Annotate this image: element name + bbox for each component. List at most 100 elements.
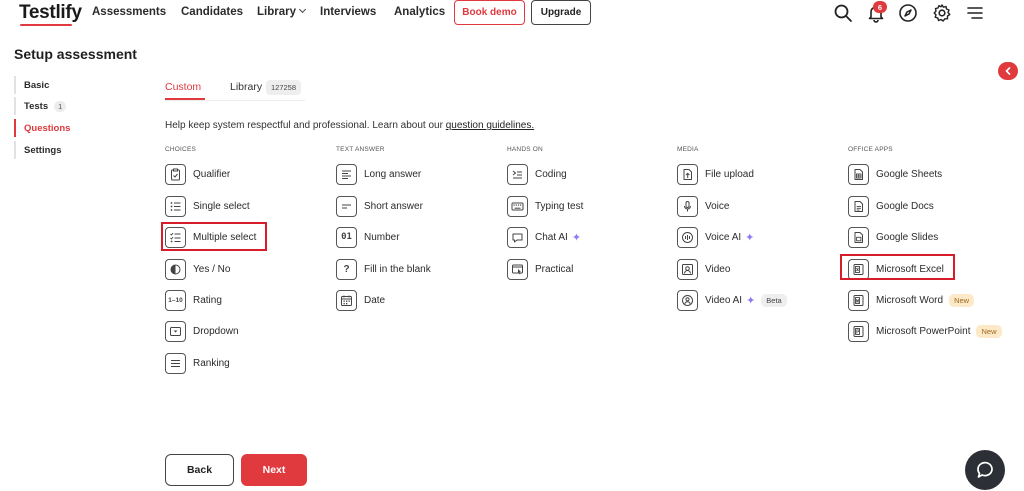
question-type-label: Coding xyxy=(535,168,567,180)
nav-analytics[interactable]: Analytics xyxy=(394,6,445,18)
question-type-label: Video xyxy=(705,263,731,275)
nav-library-label: Library xyxy=(257,6,296,18)
step-basic[interactable]: Basic xyxy=(14,76,114,94)
practical-window-icon xyxy=(507,258,528,280)
gear-icon[interactable] xyxy=(932,3,952,23)
question-type-fill-blank[interactable]: ? Fill in the blank xyxy=(336,258,431,280)
menu-icon[interactable] xyxy=(965,3,985,23)
step-label: Tests xyxy=(24,100,49,112)
question-type-file-upload[interactable]: File upload xyxy=(677,163,754,185)
voice-ai-icon xyxy=(677,226,698,248)
back-button[interactable]: Back xyxy=(165,454,234,486)
question-type-qualifier[interactable]: Qualifier xyxy=(165,163,230,185)
question-type-voice-ai[interactable]: Voice AI ✦ xyxy=(677,226,754,248)
question-mark-icon: ? xyxy=(336,258,357,280)
collapse-panel-button[interactable] xyxy=(998,62,1018,80)
question-type-chat-ai[interactable]: Chat AI ✦ xyxy=(507,226,581,248)
video-ai-person-icon xyxy=(677,289,698,311)
powerpoint-doc-icon xyxy=(848,320,869,342)
step-count-badge: 1 xyxy=(54,100,67,112)
beta-badge: Beta xyxy=(761,293,787,307)
question-type-google-slides[interactable]: Google Slides xyxy=(848,226,938,248)
question-type-rating[interactable]: 1–10 Rating xyxy=(165,289,222,311)
question-type-label: Practical xyxy=(535,263,574,275)
calendar-icon xyxy=(336,289,357,311)
compass-icon[interactable] xyxy=(898,3,918,23)
question-type-label: Typing test xyxy=(535,200,584,212)
question-type-practical[interactable]: Practical xyxy=(507,258,573,280)
ai-sparkle-icon: ✦ xyxy=(746,294,756,307)
ai-sparkle-icon: ✦ xyxy=(571,231,582,244)
chat-bubble-icon xyxy=(507,226,528,248)
nav-interviews[interactable]: Interviews xyxy=(320,6,376,18)
question-type-microsoft-word[interactable]: Microsoft Word New xyxy=(848,289,975,311)
question-type-label: Voice xyxy=(705,200,730,212)
new-badge: New xyxy=(949,293,975,307)
step-questions[interactable]: Questions xyxy=(14,119,114,137)
tab-library[interactable]: Library xyxy=(230,81,262,93)
question-type-label: Microsoft PowerPoint xyxy=(876,325,971,337)
question-type-label: Short answer xyxy=(364,200,423,212)
document-icon xyxy=(848,195,869,217)
list-icon xyxy=(165,195,186,217)
question-type-label: Ranking xyxy=(193,357,230,369)
column-header-choices: CHOICES xyxy=(165,146,197,153)
question-type-voice[interactable]: Voice xyxy=(677,195,729,217)
question-type-label: Video AI xyxy=(705,294,743,306)
question-type-short-answer[interactable]: Short answer xyxy=(336,195,423,217)
ranking-list-icon xyxy=(165,352,186,374)
support-chat-button[interactable] xyxy=(965,450,1005,490)
step-label: Basic xyxy=(24,79,50,91)
question-type-long-answer[interactable]: Long answer xyxy=(336,163,421,185)
question-type-coding[interactable]: Coding xyxy=(507,163,567,185)
book-demo-button[interactable]: Book demo xyxy=(454,0,525,25)
nav-assessments[interactable]: Assessments xyxy=(92,6,166,18)
question-type-number[interactable]: 01 Number xyxy=(336,226,400,248)
question-guidelines-link[interactable]: question guidelines. xyxy=(446,120,534,131)
short-text-icon xyxy=(336,195,357,217)
half-circle-icon xyxy=(165,258,186,280)
library-count-badge: 127258 xyxy=(266,80,302,95)
highlight-box-microsoft-excel xyxy=(840,254,955,280)
question-type-video[interactable]: Video xyxy=(677,258,730,280)
question-type-label: Long answer xyxy=(364,168,422,180)
question-type-date[interactable]: Date xyxy=(336,289,385,311)
question-type-label: Google Slides xyxy=(876,231,939,243)
question-type-dropdown[interactable]: Dropdown xyxy=(165,320,239,342)
chat-icon xyxy=(977,461,993,478)
question-type-google-docs[interactable]: Google Docs xyxy=(848,195,934,217)
question-type-label: Microsoft Word xyxy=(876,294,944,306)
next-button[interactable]: Next xyxy=(241,454,307,486)
question-type-video-ai[interactable]: Video AI ✦ Beta xyxy=(677,289,787,311)
question-type-label: Google Docs xyxy=(876,200,934,212)
step-label: Settings xyxy=(24,144,62,156)
logo-underline xyxy=(20,24,72,26)
question-type-label: Dropdown xyxy=(193,325,239,337)
spreadsheet-doc-icon xyxy=(848,163,869,185)
question-type-yes-no[interactable]: Yes / No xyxy=(165,258,230,280)
question-type-single-select[interactable]: Single select xyxy=(165,195,250,217)
code-terminal-icon xyxy=(507,163,528,185)
question-type-microsoft-powerpoint[interactable]: Microsoft PowerPoint New xyxy=(848,320,1002,342)
column-header-text-answer: TEXT ANSWER xyxy=(336,146,385,153)
nav-library[interactable]: Library xyxy=(257,5,307,18)
question-type-google-sheets[interactable]: Google Sheets xyxy=(848,163,942,185)
nav-candidates[interactable]: Candidates xyxy=(181,6,243,18)
question-type-label: Google Sheets xyxy=(876,168,943,180)
column-header-office-apps: OFFICE APPS xyxy=(848,146,893,153)
tab-custom[interactable]: Custom xyxy=(165,81,201,93)
step-settings[interactable]: Settings xyxy=(14,141,114,159)
upgrade-button[interactable]: Upgrade xyxy=(531,0,591,25)
search-icon[interactable] xyxy=(833,3,853,23)
chevron-left-icon xyxy=(1005,67,1011,75)
question-type-typing-test[interactable]: Typing test xyxy=(507,195,583,217)
question-type-label: Chat AI xyxy=(535,231,568,243)
logo[interactable]: Testlify xyxy=(19,2,82,24)
active-tab-indicator xyxy=(165,98,205,100)
clipboard-check-icon xyxy=(165,163,186,185)
question-type-ranking[interactable]: Ranking xyxy=(165,352,230,374)
top-nav: Testlify Assessments Candidates Library … xyxy=(0,0,1024,27)
step-tests[interactable]: Tests 1 xyxy=(14,97,114,115)
dropdown-icon xyxy=(165,320,186,342)
help-text: Help keep system respectful and professi… xyxy=(165,120,534,131)
